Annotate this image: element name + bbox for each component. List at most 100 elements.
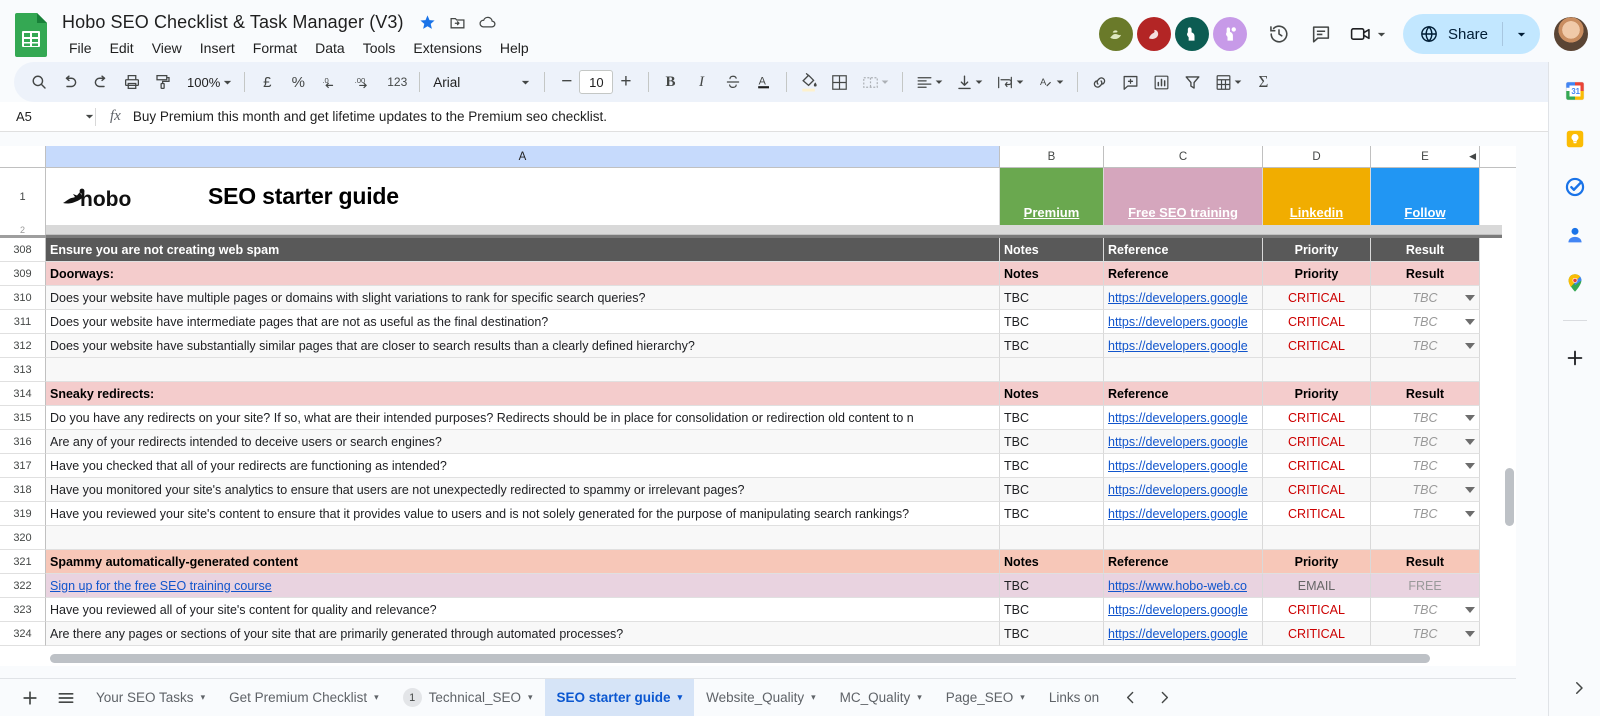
sheet-tab-menu-icon[interactable]: ▾ <box>917 692 922 703</box>
horizontal-scrollbar[interactable] <box>46 652 1486 666</box>
cell-column-d-priority[interactable]: CRITICAL <box>1263 430 1371 454</box>
cell-column-c-reference[interactable]: Reference <box>1104 262 1263 286</box>
column-header-a[interactable]: A <box>46 146 1000 167</box>
cell-column-a[interactable]: Sign up for the free SEO training course <box>46 574 1000 598</box>
cell-column-d-priority[interactable]: Priority <box>1263 550 1371 574</box>
row-header[interactable]: 324 <box>0 622 46 646</box>
cell-column-c-reference[interactable]: https://developers.google <box>1104 286 1263 310</box>
collab-avatar-purple[interactable] <box>1212 17 1247 51</box>
font-size-input[interactable] <box>579 70 614 94</box>
number-format-button[interactable]: 123 <box>382 67 412 97</box>
meet-button[interactable] <box>1343 17 1393 51</box>
column-header-e[interactable]: E ◀ <box>1371 146 1480 167</box>
sheet-tab-menu-icon[interactable]: ▾ <box>528 692 533 703</box>
cell-column-e-result[interactable]: Result <box>1371 550 1480 574</box>
cell-column-c-reference[interactable]: https://developers.google <box>1104 430 1263 454</box>
row-header[interactable]: 313 <box>0 358 46 382</box>
tasks-icon[interactable] <box>1562 174 1588 200</box>
cell-column-c-reference[interactable]: https://www.hobo-web.co <box>1104 574 1263 598</box>
sheet-tab-menu-icon[interactable]: ▾ <box>1020 692 1025 703</box>
cell-column-e-result[interactable]: TBC <box>1371 430 1480 454</box>
column-header-b[interactable]: B <box>1000 146 1104 167</box>
cell-column-b-notes[interactable]: Notes <box>1000 262 1104 286</box>
cell-column-c-reference[interactable]: https://developers.google <box>1104 478 1263 502</box>
cell-e1-follow-button[interactable]: Follow <box>1371 168 1480 225</box>
row-header-1[interactable]: 1 <box>0 168 46 225</box>
cell-column-b-notes[interactable]: TBC <box>1000 502 1104 526</box>
row-header[interactable]: 321 <box>0 550 46 574</box>
share-button[interactable]: Share <box>1402 14 1540 54</box>
cell-column-a[interactable]: Does your website have substantially sim… <box>46 334 1000 358</box>
result-dropdown-icon[interactable] <box>1465 342 1475 349</box>
cell-column-e-result[interactable]: TBC <box>1371 502 1480 526</box>
reference-link[interactable]: https://developers.google <box>1108 627 1248 641</box>
insert-chart-icon[interactable] <box>1147 67 1177 97</box>
result-dropdown-icon[interactable] <box>1465 630 1475 637</box>
add-on-icon[interactable] <box>1562 345 1588 371</box>
cell-column-e-result[interactable]: TBC <box>1371 310 1480 334</box>
cloud-saved-icon[interactable] <box>478 12 498 32</box>
cell-column-c-reference[interactable]: Reference <box>1104 550 1263 574</box>
cell-column-a[interactable]: Doorways: <box>46 262 1000 286</box>
cell-column-e-result[interactable]: FREE <box>1371 574 1480 598</box>
row-header[interactable]: 323 <box>0 598 46 622</box>
star-icon[interactable] <box>418 12 438 32</box>
sheets-logo-icon[interactable] <box>14 12 50 60</box>
row-header[interactable]: 315 <box>0 406 46 430</box>
cell-column-a[interactable]: Are any of your redirects intended to de… <box>46 430 1000 454</box>
functions-menu-button[interactable] <box>1209 67 1248 97</box>
result-dropdown-icon[interactable] <box>1465 462 1475 469</box>
sheet-tab-mc-quality[interactable]: MC_Quality ▾ <box>828 679 934 716</box>
result-dropdown-icon[interactable] <box>1465 606 1475 613</box>
cell-column-b-notes[interactable]: TBC <box>1000 406 1104 430</box>
reference-link[interactable]: https://www.hobo-web.co <box>1108 579 1247 593</box>
row-header-2[interactable]: 2 <box>0 225 46 235</box>
move-to-folder-icon[interactable] <box>448 12 468 32</box>
expand-side-panel-icon[interactable] <box>1570 679 1588 702</box>
cell-column-c-reference[interactable]: https://developers.google <box>1104 502 1263 526</box>
menu-item-insert[interactable]: Insert <box>193 38 242 58</box>
share-dropdown-caret[interactable] <box>1503 14 1540 54</box>
collab-avatar-teal[interactable] <box>1174 17 1209 51</box>
sheet-tab-technical-seo[interactable]: 1 Technical_SEO ▾ <box>391 679 545 716</box>
follow-link[interactable]: Follow <box>1404 205 1445 220</box>
horizontal-scroll-thumb[interactable] <box>50 654 1430 663</box>
linkedin-link[interactable]: Linkedin <box>1290 205 1343 220</box>
menu-item-format[interactable]: Format <box>246 38 304 58</box>
result-dropdown-icon[interactable] <box>1465 294 1475 301</box>
cell-column-e-result[interactable]: TBC <box>1371 454 1480 478</box>
cell-column-a[interactable]: Have you reviewed your site's content to… <box>46 502 1000 526</box>
menu-item-edit[interactable]: Edit <box>103 38 141 58</box>
cell-column-b-notes[interactable]: TBC <box>1000 622 1104 646</box>
sheet-tab-get-premium-checklist[interactable]: Get Premium Checklist ▾ <box>217 679 391 716</box>
cell-column-d-priority[interactable]: CRITICAL <box>1263 478 1371 502</box>
cell-column-e-result[interactable]: Result <box>1371 382 1480 406</box>
keep-icon[interactable] <box>1562 126 1588 152</box>
cell-column-a[interactable]: Does your website have multiple pages or… <box>46 286 1000 310</box>
insert-comment-icon[interactable] <box>1116 67 1146 97</box>
cell-column-a[interactable]: Does your website have intermediate page… <box>46 310 1000 334</box>
result-dropdown-icon[interactable] <box>1465 318 1475 325</box>
row-header[interactable]: 320 <box>0 526 46 550</box>
currency-format-button[interactable]: £ <box>252 67 282 97</box>
cell-column-c-reference[interactable] <box>1104 526 1263 550</box>
cell-column-b-notes[interactable] <box>1000 526 1104 550</box>
percent-format-button[interactable]: % <box>283 67 313 97</box>
menu-item-extensions[interactable]: Extensions <box>406 38 488 58</box>
scroll-tabs-left-icon[interactable] <box>1113 683 1147 713</box>
reference-link[interactable]: https://developers.google <box>1108 291 1248 305</box>
bold-button[interactable]: B <box>656 67 686 97</box>
paint-format-icon[interactable] <box>148 67 178 97</box>
comment-icon[interactable] <box>1301 14 1341 54</box>
cell-column-d-priority[interactable]: Priority <box>1263 238 1371 262</box>
cell-a1[interactable]: hobo SEO starter guide <box>46 168 1000 225</box>
cell-column-d-priority[interactable] <box>1263 526 1371 550</box>
cell-column-a[interactable] <box>46 358 1000 382</box>
cell-column-a[interactable]: Sneaky redirects: <box>46 382 1000 406</box>
cell-column-e-result[interactable]: Result <box>1371 262 1480 286</box>
cell-column-b-notes[interactable]: Notes <box>1000 550 1104 574</box>
cell-column-b-notes[interactable]: TBC <box>1000 286 1104 310</box>
sheet-tab-your-seo-tasks[interactable]: Your SEO Tasks ▾ <box>84 679 217 716</box>
reference-link[interactable]: https://developers.google <box>1108 339 1248 353</box>
row-header[interactable]: 311 <box>0 310 46 334</box>
